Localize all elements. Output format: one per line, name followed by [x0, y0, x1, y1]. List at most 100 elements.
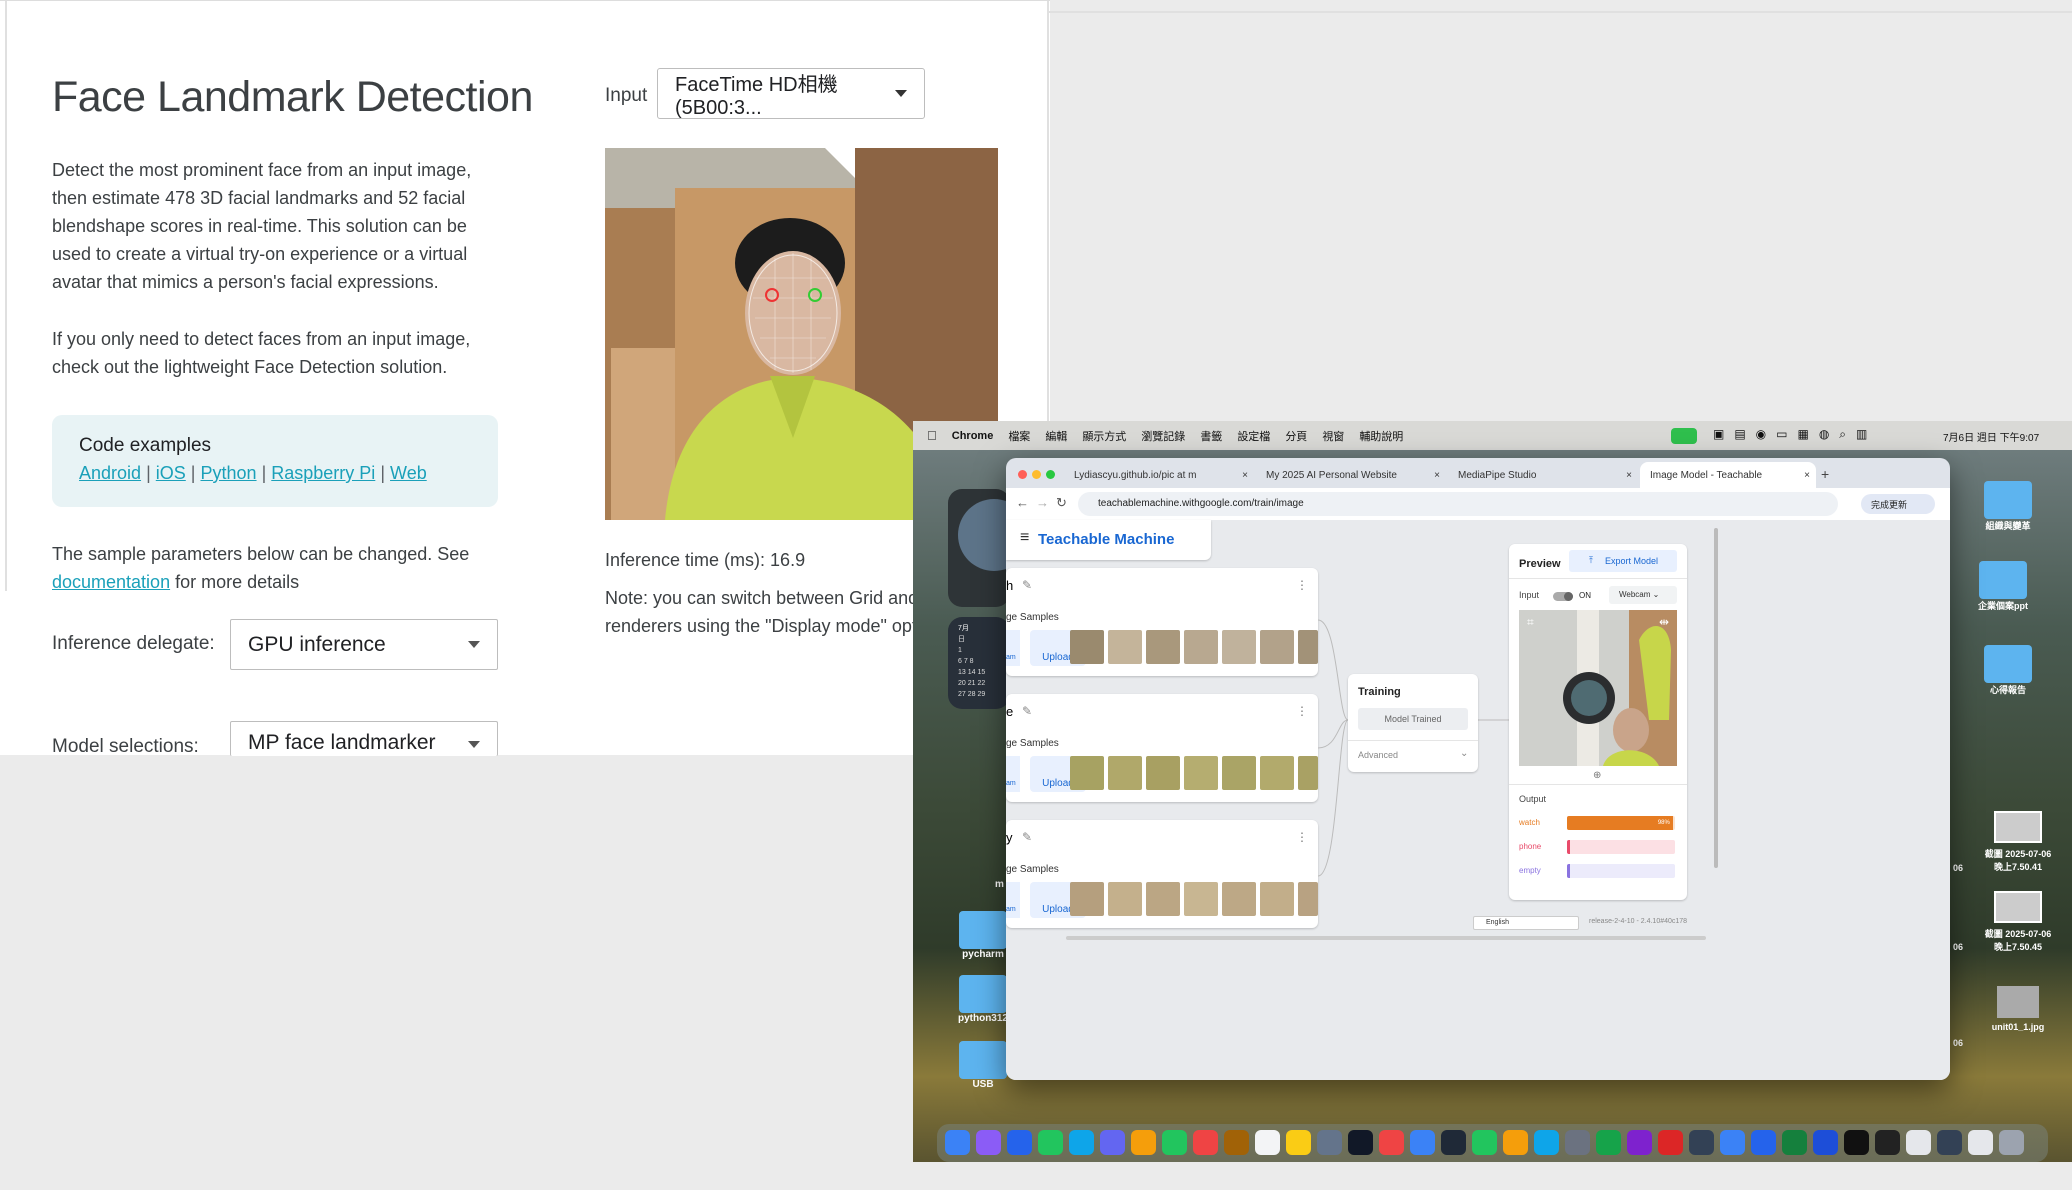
folder-pycharm[interactable]: pycharm	[953, 911, 1013, 960]
sample-thumbnail[interactable]	[1260, 630, 1294, 664]
dock-app-icon[interactable]	[1224, 1130, 1249, 1155]
sample-thumbnail[interactable]	[1070, 756, 1104, 790]
input-toggle[interactable]	[1553, 592, 1573, 601]
dock-app-icon[interactable]	[1813, 1130, 1838, 1155]
dock-app-icon[interactable]	[1255, 1130, 1280, 1155]
sample-thumbnail[interactable]	[1184, 630, 1218, 664]
dock-app-icon[interactable]	[1534, 1130, 1559, 1155]
link-python[interactable]: Python	[201, 463, 257, 483]
facetime-status-icon[interactable]	[1671, 428, 1697, 444]
file-screenshot-1[interactable]: 截圖 2025-07-06 晚上7.50.41	[1968, 811, 2068, 873]
sample-thumbnail[interactable]	[1184, 882, 1218, 916]
status-icons[interactable]: ▣▤◉▭▦◍⌕▥	[1713, 427, 1877, 442]
dock-app-icon[interactable]	[976, 1130, 1001, 1155]
apple-icon[interactable]: 	[927, 428, 937, 443]
webcam-button[interactable]: am	[1006, 882, 1020, 918]
link-android[interactable]: Android	[79, 463, 141, 483]
url-field[interactable]: teachablemachine.withgoogle.com/train/im…	[1078, 492, 1838, 516]
dock-app-icon[interactable]	[1100, 1130, 1125, 1155]
browser-tab[interactable]: My 2025 AI Personal Website ×	[1256, 462, 1446, 488]
maximize-window-button[interactable]	[1046, 470, 1055, 479]
dock-app-icon[interactable]	[1720, 1130, 1745, 1155]
menu-icon[interactable]: ≡	[1020, 529, 1029, 547]
more-icon[interactable]: ⋮	[1296, 578, 1308, 592]
dock-app-icon[interactable]	[1007, 1130, 1032, 1155]
model-trained-button[interactable]: Model Trained	[1358, 708, 1468, 730]
menu-view[interactable]: 顯示方式	[1082, 428, 1126, 444]
forward-icon[interactable]: →	[1036, 495, 1049, 510]
sample-thumbnail[interactable]	[1222, 630, 1256, 664]
class-name[interactable]: y	[1006, 830, 1013, 845]
dock-app-icon[interactable]	[1844, 1130, 1869, 1155]
menu-tab[interactable]: 分頁	[1285, 428, 1307, 444]
documentation-link[interactable]: documentation	[52, 572, 170, 592]
dock-app-icon[interactable]	[1162, 1130, 1187, 1155]
dock-app-icon[interactable]	[1286, 1130, 1311, 1155]
vertical-scrollbar[interactable]	[1714, 528, 1718, 868]
more-icon[interactable]: ⋮	[1296, 830, 1308, 844]
link-raspberry-pi[interactable]: Raspberry Pi	[271, 463, 375, 483]
menu-edit[interactable]: 編輯	[1045, 428, 1067, 444]
sample-thumbnail[interactable]	[1108, 630, 1142, 664]
reload-icon[interactable]: ↻	[1056, 495, 1067, 511]
folder-right-3[interactable]: 心得報告	[1963, 645, 2053, 696]
model-select[interactable]: MP face landmarker	[230, 721, 498, 756]
link-web[interactable]: Web	[390, 463, 427, 483]
horizontal-scrollbar[interactable]	[1066, 936, 1706, 940]
menu-profiles[interactable]: 設定檔	[1237, 428, 1270, 444]
menu-chrome[interactable]: Chrome	[952, 430, 994, 442]
dock-app-icon[interactable]	[1658, 1130, 1683, 1155]
sample-thumbnail[interactable]	[1184, 756, 1218, 790]
webcam-select[interactable]: Webcam ⌄	[1609, 586, 1677, 604]
dock-app-icon[interactable]	[1627, 1130, 1652, 1155]
sample-thumbnail[interactable]	[1222, 882, 1256, 916]
dock-app-icon[interactable]	[1596, 1130, 1621, 1155]
dock-app-icon[interactable]	[1038, 1130, 1063, 1155]
menu-window[interactable]: 視窗	[1322, 428, 1344, 444]
sample-thumbnail[interactable]	[1222, 756, 1256, 790]
advanced-toggle[interactable]: Advanced	[1358, 750, 1398, 760]
minimize-window-button[interactable]	[1032, 470, 1041, 479]
sample-thumbnail[interactable]	[1260, 756, 1294, 790]
dock-app-icon[interactable]	[1472, 1130, 1497, 1155]
browser-tab-active[interactable]: Image Model - Teachable ×	[1640, 462, 1816, 488]
dock-app-icon[interactable]	[1875, 1130, 1900, 1155]
sample-thumbnail[interactable]	[1298, 630, 1318, 664]
inference-delegate-select[interactable]: GPU inference	[230, 619, 498, 670]
close-icon[interactable]: ×	[1804, 470, 1810, 481]
close-icon[interactable]: ×	[1242, 470, 1248, 481]
file-unit01[interactable]: unit01_1.jpg	[1968, 986, 2068, 1032]
folder-usb[interactable]: USB	[953, 1041, 1013, 1090]
dock-app-icon[interactable]	[1906, 1130, 1931, 1155]
close-window-button[interactable]	[1018, 470, 1027, 479]
webcam-button[interactable]: am	[1006, 756, 1020, 792]
dock-app-icon[interactable]	[1782, 1130, 1807, 1155]
edit-icon[interactable]: ✎	[1022, 578, 1032, 592]
browser-tab[interactable]: MediaPipe Studio ×	[1448, 462, 1638, 488]
sample-thumbnail[interactable]	[1146, 630, 1180, 664]
export-model-button[interactable]: Export Model	[1569, 550, 1677, 572]
back-icon[interactable]: ←	[1016, 495, 1029, 510]
close-icon[interactable]: ×	[1434, 470, 1440, 481]
menu-file[interactable]: 檔案	[1008, 428, 1030, 444]
folder-right-1[interactable]: 組織與變革	[1963, 481, 2053, 532]
sample-thumbnail[interactable]	[1070, 630, 1104, 664]
folder-python312[interactable]: python312	[953, 975, 1013, 1024]
chevron-down-icon[interactable]: ⌄	[1460, 748, 1468, 759]
update-button[interactable]: 完成更新	[1861, 494, 1935, 514]
dock-app-icon[interactable]	[1317, 1130, 1342, 1155]
menu-history[interactable]: 瀏覽記錄	[1141, 428, 1185, 444]
more-icon[interactable]: ⋮	[1296, 704, 1308, 718]
menu-help[interactable]: 輔助說明	[1359, 428, 1403, 444]
dock-app-icon[interactable]	[1410, 1130, 1435, 1155]
browser-tab[interactable]: Lydiascyu.github.io/pic at m ×	[1064, 462, 1254, 488]
dock-app-icon[interactable]	[1348, 1130, 1373, 1155]
dock-app-icon[interactable]	[1503, 1130, 1528, 1155]
dock-app-icon[interactable]	[1999, 1130, 2024, 1155]
folder-right-2[interactable]: 企業個案ppt	[1958, 561, 2048, 612]
sample-thumbnail[interactable]	[1146, 882, 1180, 916]
sample-thumbnail[interactable]	[1298, 756, 1318, 790]
dock-app-icon[interactable]	[1565, 1130, 1590, 1155]
dock-app-icon[interactable]	[1751, 1130, 1776, 1155]
dock-app-icon[interactable]	[1379, 1130, 1404, 1155]
